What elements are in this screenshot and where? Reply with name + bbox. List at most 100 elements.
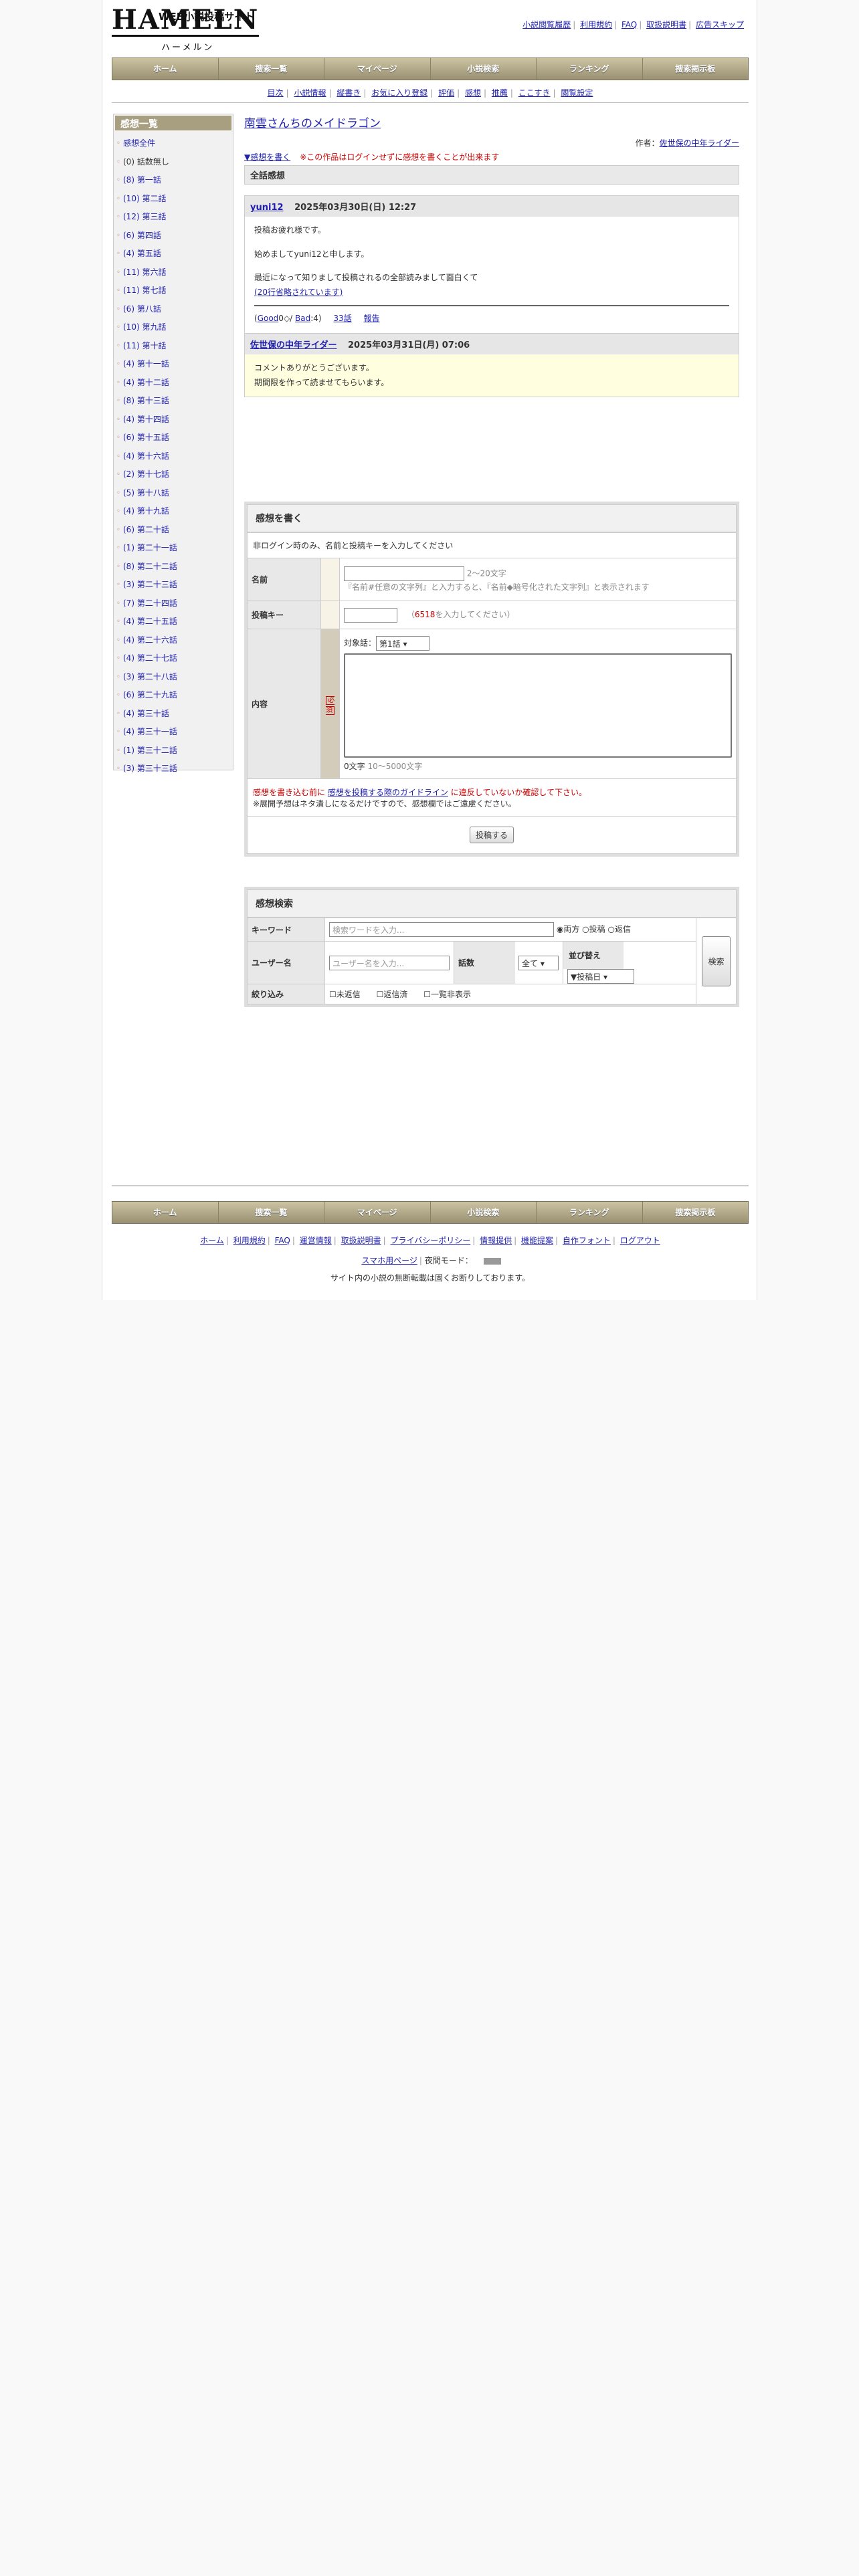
subnav-rate[interactable]: 評価	[438, 88, 454, 98]
content-textarea[interactable]	[344, 653, 732, 758]
toplink-skip-ad[interactable]: 広告スキップ	[696, 20, 744, 29]
sidebar-item[interactable]: (4) 第十四話	[114, 411, 233, 429]
sidebar-item[interactable]: (12) 第三話	[114, 208, 233, 227]
bad-button[interactable]: Bad	[295, 314, 310, 323]
reply-user[interactable]: 佐世保の中年ライダー	[250, 340, 337, 350]
sidebar-item[interactable]: (6) 第八話	[114, 300, 233, 319]
sidebar-item[interactable]: (4) 第二十六話	[114, 631, 233, 650]
fnav-mypage[interactable]: マイページ	[324, 1202, 431, 1223]
sidebar-item[interactable]: (6) 第二十話	[114, 521, 233, 540]
fnav-board[interactable]: 捜索掲示板	[643, 1202, 749, 1223]
flink-terms[interactable]: 利用規約	[233, 1236, 266, 1245]
radio-reply[interactable]: ○	[607, 925, 614, 934]
ep-select[interactable]: 全て ▾	[518, 955, 559, 970]
subnav-recommend[interactable]: 推薦	[492, 88, 508, 98]
sidebar-item[interactable]: (6) 第十五話	[114, 429, 233, 447]
novel-title[interactable]: 南雲さんちのメイドラゴン	[244, 117, 381, 130]
subnav-kokosuki[interactable]: ここすき	[518, 88, 551, 98]
gnav-home[interactable]: ホーム	[112, 58, 219, 80]
sidebar-item[interactable]: (1) 第三十二話	[114, 742, 233, 760]
flink-info[interactable]: 情報提供	[480, 1236, 512, 1245]
sidebar-item[interactable]: (4) 第二十五話	[114, 613, 233, 631]
sidebar-item[interactable]: (4) 第二十七話	[114, 649, 233, 668]
report-link[interactable]: 報告	[364, 314, 380, 323]
sidebar-item[interactable]: (2) 第十七話	[114, 465, 233, 484]
good-button[interactable]: Good	[258, 314, 279, 323]
sidebar-item[interactable]: (11) 第十話	[114, 337, 233, 356]
episode-link[interactable]: 33話	[333, 314, 351, 323]
night-mode-toggle[interactable]	[483, 1257, 501, 1265]
sidebar-item[interactable]: (4) 第五話	[114, 245, 233, 263]
key-input[interactable]	[344, 607, 397, 623]
toplink-terms[interactable]: 利用規約	[580, 20, 612, 29]
review-more-link[interactable]: (20行省略されています)	[254, 288, 343, 297]
sidebar-item[interactable]: (1) 第二十一話	[114, 539, 233, 558]
toplink-history[interactable]: 小説閲覧履歴	[522, 20, 571, 29]
sidebar-item[interactable]: (4) 第三十話	[114, 705, 233, 724]
gnav-ranking[interactable]: ランキング	[537, 58, 643, 80]
subnav-favorite[interactable]: お気に入り登録	[371, 88, 427, 98]
sidebar-item[interactable]: (4) 第十六話	[114, 447, 233, 466]
subnav-toc[interactable]: 目次	[268, 88, 284, 98]
sidebar-item[interactable]: (3) 第三十三話	[114, 760, 233, 778]
flink-home[interactable]: ホーム	[200, 1236, 224, 1245]
search-button[interactable]: 検索	[702, 936, 731, 986]
fnav-search-list[interactable]: 捜索一覧	[219, 1202, 324, 1223]
sidebar-item[interactable]: (4) 第十九話	[114, 502, 233, 521]
sidebar-item[interactable]: (3) 第二十三話	[114, 576, 233, 595]
radio-both[interactable]: ◉	[557, 925, 563, 934]
sidebar-item[interactable]: (8) 第二十二話	[114, 558, 233, 576]
gnav-board[interactable]: 捜索掲示板	[643, 58, 749, 80]
check-unreplied[interactable]: ☐	[329, 990, 337, 999]
sidebar-item[interactable]: (4) 第三十一話	[114, 723, 233, 742]
flink-manual[interactable]: 取扱説明書	[341, 1236, 381, 1245]
fnav-novel-search[interactable]: 小説検索	[431, 1202, 537, 1223]
write-review-link[interactable]: ▼感想を書く	[244, 152, 290, 162]
user-input[interactable]: ユーザー名を入力...	[329, 955, 450, 970]
flink-feature[interactable]: 機能提案	[521, 1236, 553, 1245]
check-replied[interactable]: ☐	[377, 990, 384, 999]
sidebar-item[interactable]: (7) 第二十四話	[114, 595, 233, 613]
toplink-manual[interactable]: 取扱説明書	[646, 20, 686, 29]
gnav-search-list[interactable]: 捜索一覧	[219, 58, 324, 80]
sidebar-item[interactable]: (3) 第二十八話	[114, 668, 233, 687]
gnav-novel-search[interactable]: 小説検索	[431, 58, 537, 80]
fnav-home[interactable]: ホーム	[112, 1202, 219, 1223]
sidebar-item[interactable]: (6) 第二十九話	[114, 686, 233, 705]
subnav-comments[interactable]: 感想	[465, 88, 481, 98]
sidebar-item[interactable]: (4) 第十一話	[114, 355, 233, 374]
check-hide-list[interactable]: ☐	[423, 990, 431, 999]
sidebar-item[interactable]: (8) 第一話	[114, 171, 233, 190]
sidebar-item[interactable]: (11) 第七話	[114, 282, 233, 300]
site-logo[interactable]: HAMELN WEB小説投稿サイト ハーメルン	[112, 7, 259, 53]
submit-button[interactable]: 投稿する	[469, 827, 514, 843]
review-user[interactable]: yuni12	[250, 203, 284, 213]
sidebar-item[interactable]: 感想全件	[114, 134, 233, 153]
sidebar-item[interactable]: (11) 第六話	[114, 263, 233, 282]
sp-page-link[interactable]: スマホ用ページ	[361, 1256, 417, 1265]
target-select[interactable]: 第1話 ▾	[376, 636, 430, 651]
fnav-ranking[interactable]: ランキング	[537, 1202, 643, 1223]
sidebar-item[interactable]: (6) 第四話	[114, 227, 233, 245]
flink-logout[interactable]: ログアウト	[620, 1236, 660, 1245]
flink-operation[interactable]: 運営情報	[300, 1236, 332, 1245]
subnav-vertical[interactable]: 縦書き	[337, 88, 361, 98]
sidebar-item[interactable]: (4) 第十二話	[114, 374, 233, 393]
gnav-mypage[interactable]: マイページ	[324, 58, 431, 80]
name-input[interactable]	[344, 566, 464, 581]
flink-faq[interactable]: FAQ	[275, 1236, 290, 1245]
radio-post[interactable]: ○	[582, 925, 589, 934]
sidebar-item[interactable]: (8) 第十三話	[114, 392, 233, 411]
sort-select[interactable]: ▼投稿日 ▾	[567, 969, 634, 984]
flink-font[interactable]: 自作フォント	[563, 1236, 611, 1245]
guideline-link[interactable]: 感想を投稿する際のガイドライン	[328, 788, 448, 797]
sidebar-item[interactable]: (5) 第十八話	[114, 484, 233, 503]
keyword-input[interactable]: 検索ワードを入力...	[329, 922, 554, 937]
flink-privacy[interactable]: プライバシーポリシー	[390, 1236, 470, 1245]
toplink-faq[interactable]: FAQ	[622, 20, 637, 29]
sidebar-item[interactable]: (10) 第二話	[114, 190, 233, 209]
subnav-settings[interactable]: 閲覧設定	[561, 88, 593, 98]
sidebar-item[interactable]: (10) 第九話	[114, 318, 233, 337]
author-link[interactable]: 佐世保の中年ライダー	[659, 138, 739, 148]
sidebar-item[interactable]: (0) 話数無し	[114, 153, 233, 172]
